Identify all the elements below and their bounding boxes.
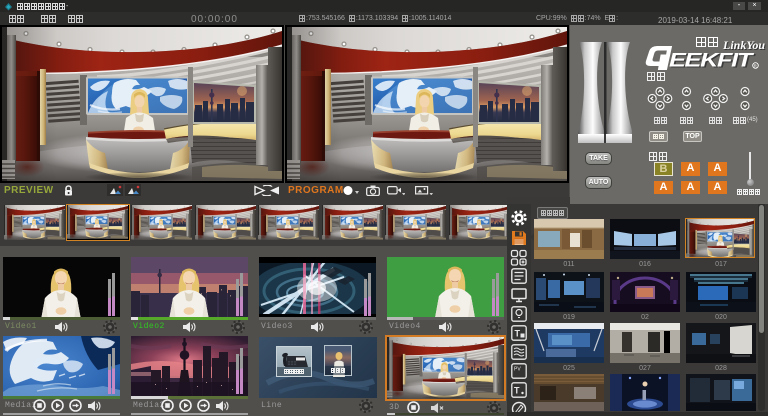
svg-text:PV: PV [514,367,521,373]
svg-text:R: R [754,64,757,69]
svg-text:T: T [514,386,520,396]
svg-text:EEKFIT: EEKFIT [669,51,754,72]
svg-text:T: T [515,329,521,339]
